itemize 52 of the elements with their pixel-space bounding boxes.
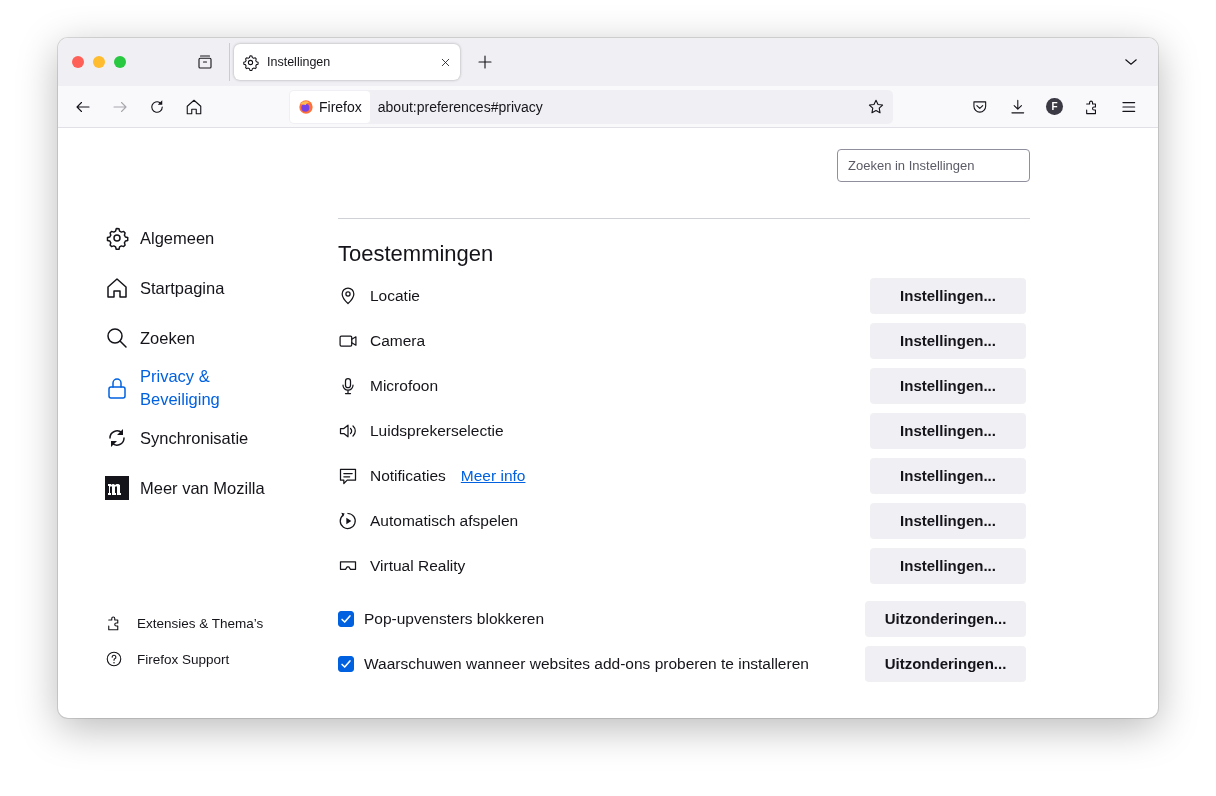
permission-label: Locatie (370, 286, 420, 305)
settings-button[interactable]: Instellingen... (870, 457, 1026, 494)
bookmark-star-icon[interactable] (867, 97, 886, 116)
browser-tab[interactable]: Instellingen (234, 44, 460, 80)
permission-label: Luidsprekerselectie (370, 421, 504, 440)
letter-m-icon (105, 476, 129, 500)
search-field[interactable]: Zoeken in Instellingen (837, 149, 1030, 182)
section-heading: Toestemmingen (338, 241, 495, 267)
sidebar-item[interactable]: Algemeen (105, 214, 290, 262)
checkbox-label: Pop-upvensters blokkeren (364, 609, 545, 628)
permission-label: Virtual Reality (370, 556, 466, 575)
settings-button[interactable]: Instellingen... (870, 367, 1026, 404)
search-icon (105, 326, 129, 350)
permission-label: Notificaties (370, 466, 446, 485)
play-icon (338, 510, 358, 531)
checkbox[interactable] (338, 655, 354, 672)
lock-icon (105, 376, 129, 400)
identity-button[interactable]: Firefox (290, 90, 370, 123)
settings-button[interactable]: Instellingen... (870, 412, 1026, 449)
address-bar[interactable]: Firefox about:preferences#privacy (289, 89, 894, 124)
account-avatar[interactable]: F (1046, 98, 1063, 115)
url-text: about:preferences#privacy (377, 98, 544, 115)
sidebar-item[interactable]: Synchronisatie (105, 414, 290, 462)
sidebar-item[interactable]: Meer van Mozilla (105, 464, 290, 512)
sidebar-item[interactable]: Zoeken (105, 314, 290, 362)
exceptions-button[interactable]: Uitzonderingen... (865, 600, 1026, 637)
close-window-button[interactable] (72, 56, 84, 68)
permission-label: Camera (370, 331, 426, 350)
sidebar-link[interactable]: Firefox Support (105, 650, 338, 668)
tab-title: Instellingen (267, 55, 332, 69)
sidebar-link[interactable]: Extensies & Thema’s (105, 614, 338, 632)
settings-button[interactable]: Instellingen... (870, 322, 1026, 359)
exceptions-button[interactable]: Uitzonderingen... (865, 645, 1026, 682)
checkbox[interactable] (338, 610, 354, 627)
home-icon (105, 276, 129, 300)
checkbox-label: Waarschuwen wanneer websites add-ons proberen te installeren (364, 654, 809, 673)
permission-label: Microfoon (370, 376, 439, 395)
settings-icon (242, 53, 259, 71)
settings-button[interactable]: Instellingen... (870, 277, 1026, 314)
home-icon[interactable] (185, 97, 203, 116)
new-tab-icon[interactable] (476, 53, 494, 71)
sidebar-item[interactable]: Startpagina (105, 264, 290, 312)
settings-button[interactable]: Instellingen... (870, 502, 1026, 539)
sidebar-item[interactable]: Privacy & Beveiliging (105, 364, 290, 412)
settings-button[interactable]: Instellingen... (870, 547, 1026, 584)
download-icon[interactable] (1008, 97, 1027, 116)
settings-icon (105, 226, 129, 250)
permission-label: Automatisch afspelen (370, 511, 519, 530)
browser-logo-icon (298, 98, 314, 115)
help-icon (105, 650, 123, 668)
learn-more-link[interactable]: Meer info (460, 466, 526, 485)
firefox-view-icon[interactable] (196, 53, 214, 71)
